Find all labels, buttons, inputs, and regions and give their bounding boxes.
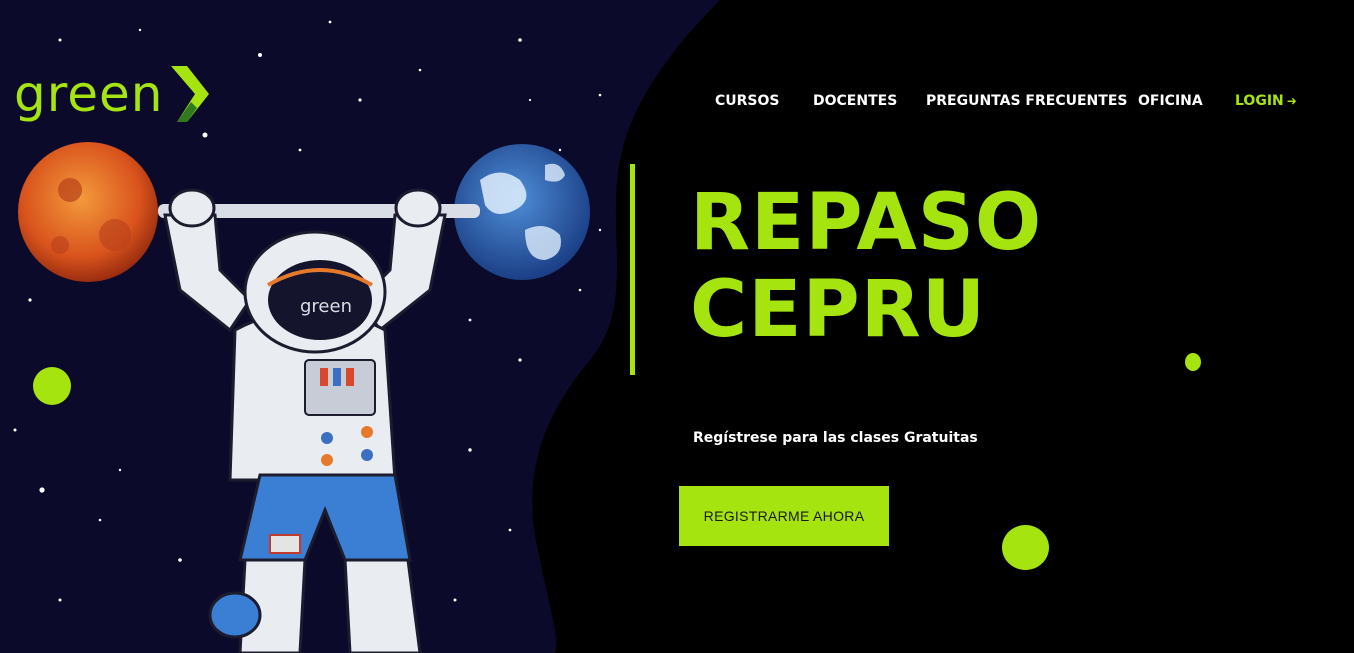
hero-title-line1: REPASO [690, 178, 1043, 268]
decorative-dot [1002, 525, 1049, 570]
nav-login-label: LOGIN [1235, 93, 1284, 109]
nav-cursos[interactable]: CURSOS [715, 93, 780, 109]
logo-text: green [14, 65, 164, 123]
mars-planet [18, 142, 158, 282]
hero-subtitle: Regístrese para las clases Gratuitas [693, 430, 978, 446]
hero-title: REPASO CEPRU [690, 180, 1042, 354]
register-button[interactable]: REGISTRARME AHORA [679, 486, 889, 546]
hero-title-line2: CEPRU [690, 265, 987, 355]
site-logo[interactable]: green [14, 62, 211, 126]
sign-in-icon: ➜ [1286, 94, 1297, 108]
logo-chevron-icon [171, 66, 210, 122]
helmet-logo-text: green [300, 296, 352, 317]
nav-docentes[interactable]: DOCENTES [813, 93, 897, 109]
hero-accent-bar [630, 164, 635, 375]
decorative-dot [1185, 353, 1201, 371]
nav-preguntas-frecuentes[interactable]: PREGUNTAS FRECUENTES [926, 93, 1127, 109]
nav-oficina[interactable]: OFICINA [1138, 93, 1203, 109]
decorative-dot [33, 367, 71, 405]
nav-login[interactable]: LOGIN ➜ [1235, 93, 1297, 109]
